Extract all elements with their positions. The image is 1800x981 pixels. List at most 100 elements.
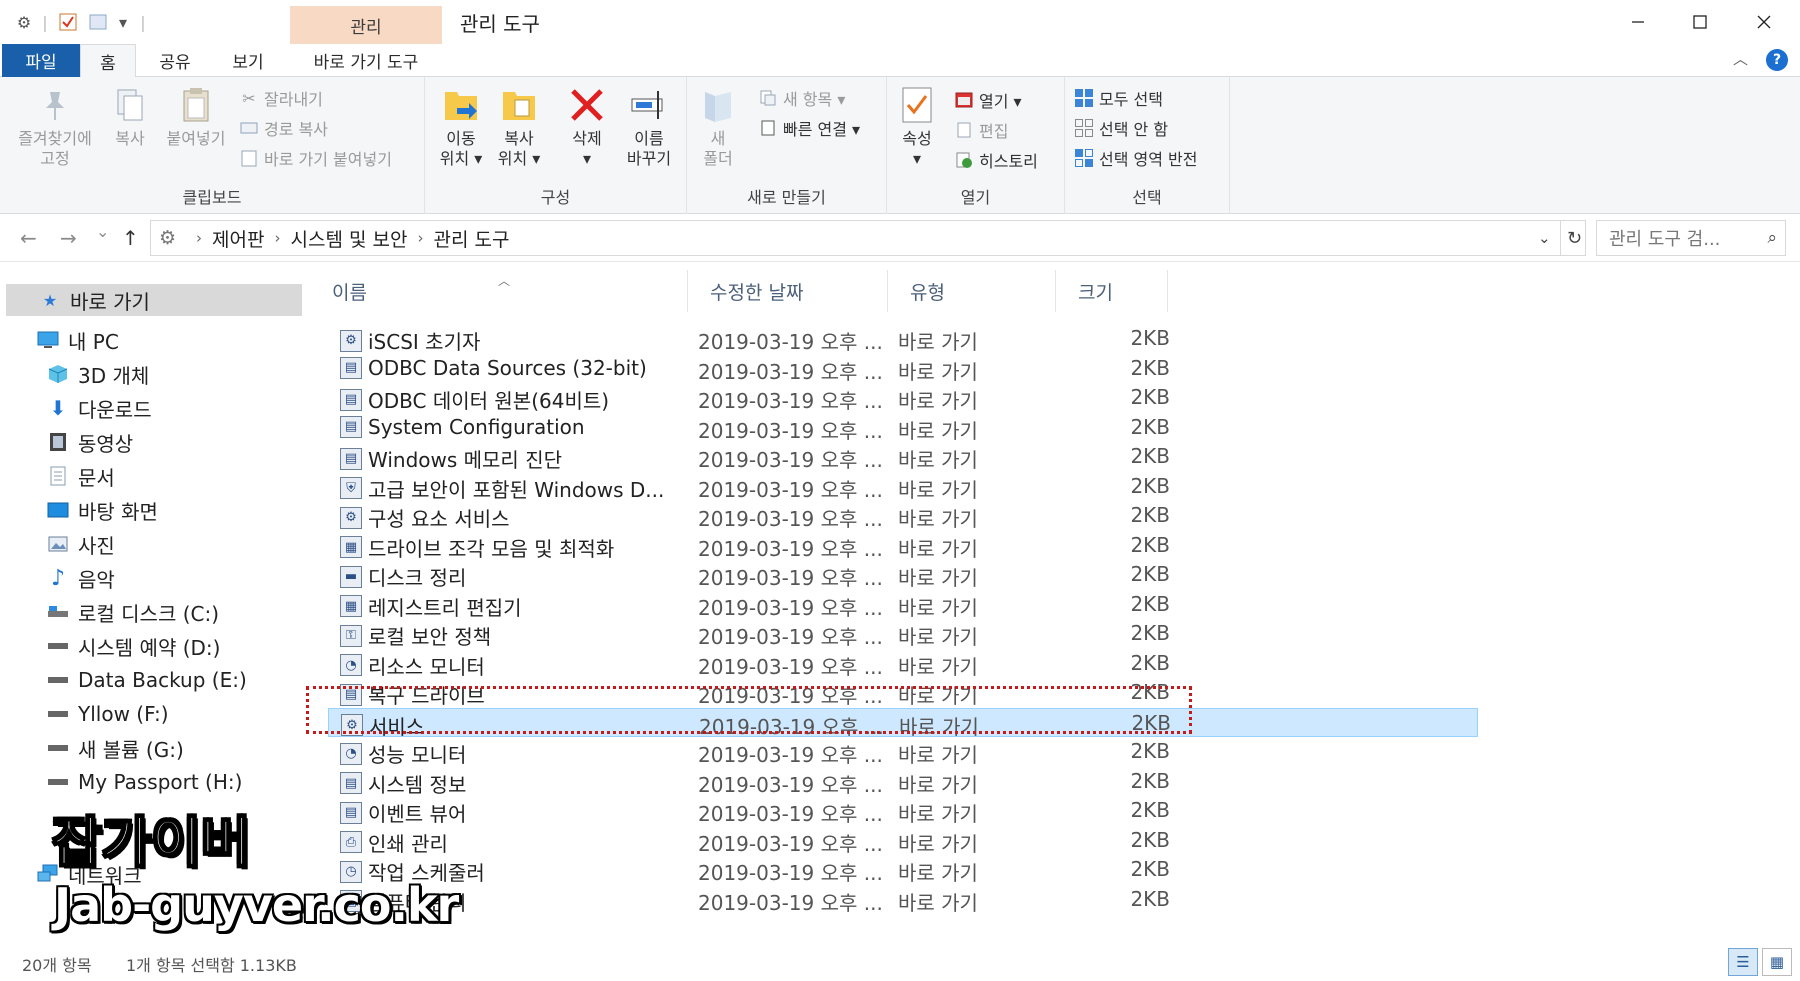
column-header-date[interactable]: 수정한 날짜 (688, 270, 888, 312)
nav-item-documents[interactable]: 문서 (46, 460, 115, 492)
file-name-cell[interactable]: ◔ 리소스 모니터 (340, 651, 670, 680)
easy-access-button[interactable]: 빠른 연결 ▾ (757, 115, 860, 141)
search-box[interactable]: 관리 도구 검... ⌕ (1596, 220, 1786, 256)
column-header-size[interactable]: 크기 (1056, 270, 1168, 312)
copy-button[interactable]: 복사 (104, 83, 156, 149)
app-tools-icon[interactable]: ⚙ (12, 10, 36, 34)
file-name-cell[interactable]: ▤ Windows 메모리 진단 (340, 444, 670, 473)
table-row[interactable]: ▤ 시스템 정보 2019-03-19 오후 ... 바로 가기 2KB (328, 767, 1478, 798)
nav-item-drive-g[interactable]: 새 볼륨 (G:) (46, 732, 184, 764)
address-bar[interactable]: ⚙ › 제어판 › 시스템 및 보안 › 관리 도구 (150, 220, 1586, 256)
tab-shortcut-tools[interactable]: 바로 가기 도구 (292, 44, 440, 77)
table-row[interactable]: ▤ 이벤트 뷰어 2019-03-19 오후 ... 바로 가기 2KB (328, 796, 1478, 827)
properties-quick-icon[interactable] (56, 10, 80, 34)
file-name-cell[interactable]: ▬ 디스크 정리 (340, 562, 670, 591)
details-view-button[interactable]: ☰ (1728, 948, 1758, 976)
file-name-cell[interactable]: ▤ ODBC Data Sources (32-bit) (340, 356, 670, 380)
nav-item-videos[interactable]: 동영상 (46, 426, 133, 458)
history-button[interactable]: 히스토리 (953, 147, 1038, 173)
file-name-cell[interactable]: ▤ ODBC 데이터 원본(64비트) (340, 385, 670, 414)
search-icon[interactable]: ⌕ (1767, 228, 1777, 248)
table-row[interactable]: ⚙ 구성 요소 서비스 2019-03-19 오후 ... 바로 가기 2KB (328, 501, 1478, 532)
select-all-button[interactable]: 모두 선택 (1073, 85, 1163, 111)
breadcrumb-admin-tools[interactable]: 관리 도구 (433, 225, 509, 252)
nav-item-drive-d[interactable]: 시스템 예약 (D:) (46, 630, 220, 662)
new-folder-quick-icon[interactable] (86, 10, 110, 34)
open-button[interactable]: 열기 ▾ (953, 87, 1022, 113)
table-row[interactable]: ▦ 드라이브 조각 모음 및 최적화 2019-03-19 오후 ... 바로 가기 2… (328, 531, 1478, 562)
file-name-cell[interactable]: ◔ 성능 모니터 (340, 739, 670, 768)
delete-button[interactable]: 삭제 ▾ (563, 83, 611, 169)
nav-item-desktop[interactable]: 바탕 화면 (46, 494, 158, 526)
table-row[interactable]: ◔ 성능 모니터 2019-03-19 오후 ... 바로 가기 2KB (328, 737, 1478, 768)
copy-path-button[interactable]: 경로 복사 (238, 115, 328, 141)
large-icons-view-button[interactable]: ▦ (1762, 948, 1792, 976)
table-row[interactable]: ⚙ iSCSI 초기자 2019-03-19 오후 ... 바로 가기 2KB (328, 324, 1478, 355)
file-name-cell[interactable]: ⚙ iSCSI 초기자 (340, 326, 670, 355)
file-name-cell[interactable]: ⚿ 로컬 보안 정책 (340, 621, 670, 650)
refresh-icon[interactable]: ↻ (1560, 220, 1588, 256)
edit-button[interactable]: 편집 (953, 117, 1008, 143)
nav-item-drive-h[interactable]: My Passport (H:) (46, 766, 242, 798)
maximize-button[interactable] (1670, 4, 1730, 40)
file-name-cell[interactable]: ⎙ 인쇄 관리 (340, 828, 670, 857)
rename-button[interactable]: 이름 바꾸기 (621, 83, 677, 169)
file-name-cell[interactable]: ▤ 시스템 정보 (340, 769, 670, 798)
file-name-cell[interactable]: ▤ 이벤트 뷰어 (340, 798, 670, 827)
tab-share[interactable]: 공유 (150, 44, 200, 77)
select-none-button[interactable]: 선택 안 함 (1073, 115, 1168, 141)
nav-item-music[interactable]: ♪ 음악 (46, 562, 115, 594)
nav-quick-access[interactable]: ★ 바로 가기 (6, 284, 302, 316)
recent-locations-button[interactable]: ⌄ (96, 222, 109, 241)
new-folder-button[interactable]: 새 폴더 (695, 83, 741, 169)
forward-button[interactable]: → (60, 226, 77, 250)
paste-shortcut-button[interactable]: 바로 가기 붙여넣기 (238, 145, 392, 171)
table-row[interactable]: ▤ Windows 메모리 진단 2019-03-19 오후 ... 바로 가기 2KB (328, 442, 1478, 473)
file-name-cell[interactable]: ▦ 드라이브 조각 모음 및 최적화 (340, 533, 670, 562)
new-item-button[interactable]: 새 항목 ▾ (757, 85, 845, 111)
file-name-cell[interactable]: ⚙ 구성 요소 서비스 (340, 503, 670, 532)
copy-to-button[interactable]: 복사 위치 ▾ (493, 83, 545, 169)
help-icon[interactable]: ? (1766, 49, 1788, 71)
table-row[interactable]: ▣ 컴퓨터 관리 2019-03-19 오후 ... 바로 가기 2KB (328, 885, 1478, 915)
table-row[interactable]: ▦ 레지스트리 편집기 2019-03-19 오후 ... 바로 가기 2KB (328, 590, 1478, 621)
minimize-button[interactable] (1608, 4, 1668, 40)
table-row[interactable]: ◔ 리소스 모니터 2019-03-19 오후 ... 바로 가기 2KB (328, 649, 1478, 680)
breadcrumb-control-panel[interactable]: 제어판 (212, 225, 264, 252)
table-row[interactable]: ⛨ 고급 보안이 포함된 Windows D... 2019-03-19 오후 ..… (328, 472, 1478, 503)
nav-item-drive-c[interactable]: 로컬 디스크 (C:) (46, 596, 219, 628)
table-row[interactable]: ▤ ODBC Data Sources (32-bit) 2019-03-19 오후… (328, 354, 1478, 384)
nav-item-3d-objects[interactable]: 3D 개체 (46, 358, 149, 390)
tab-file[interactable]: 파일 (2, 44, 80, 77)
nav-item-this-pc[interactable]: 내 PC (36, 324, 119, 356)
file-name-cell[interactable]: ▦ 레지스트리 편집기 (340, 592, 670, 621)
nav-item-pictures[interactable]: 사진 (46, 528, 115, 560)
paste-button[interactable]: 붙여넣기 (160, 83, 232, 149)
close-button[interactable] (1734, 4, 1794, 40)
back-button[interactable]: ← (20, 226, 37, 250)
pin-quick-access-button[interactable]: 즐겨찾기에 고정 (10, 83, 100, 169)
file-name-cell[interactable]: ⛨ 고급 보안이 포함된 Windows D... (340, 474, 670, 503)
tab-view[interactable]: 보기 (220, 44, 276, 77)
nav-item-drive-e[interactable]: Data Backup (E:) (46, 664, 247, 696)
move-to-button[interactable]: 이동 위치 ▾ (435, 83, 487, 169)
up-button[interactable]: ↑ (122, 226, 139, 250)
tab-home[interactable]: 홈 (80, 44, 136, 78)
table-row[interactable]: ⚿ 로컬 보안 정책 2019-03-19 오후 ... 바로 가기 2KB (328, 619, 1478, 650)
collapse-ribbon-icon[interactable]: ︿ (1733, 48, 1748, 69)
table-row[interactable]: ▤ ODBC 데이터 원본(64비트) 2019-03-19 오후 ... 바로 가기… (328, 383, 1478, 414)
column-header-type[interactable]: 유형 (888, 270, 1056, 312)
breadcrumb-system-security[interactable]: 시스템 및 보안 (291, 225, 408, 252)
table-row[interactable]: ⎙ 인쇄 관리 2019-03-19 오후 ... 바로 가기 2KB (328, 826, 1478, 857)
context-tab-manage[interactable]: 관리 (290, 6, 442, 44)
quick-access-dropdown[interactable]: ▾ (114, 10, 132, 34)
table-row[interactable]: ▬ 디스크 정리 2019-03-19 오후 ... 바로 가기 2KB (328, 560, 1478, 591)
invert-selection-button[interactable]: 선택 영역 반전 (1073, 145, 1198, 171)
properties-button[interactable]: 속성 ▾ (893, 83, 941, 169)
nav-item-drive-f[interactable]: Yllow (F:) (46, 698, 169, 730)
table-row[interactable]: ◷ 작업 스케줄러 2019-03-19 오후 ... 바로 가기 2KB (328, 855, 1478, 885)
nav-item-downloads[interactable]: ⬇ 다운로드 (46, 392, 152, 424)
file-name-cell[interactable]: ▤ System Configuration (340, 415, 670, 439)
address-dropdown-icon[interactable]: ⌄ (1538, 229, 1551, 247)
cut-button[interactable]: ✂ 잘라내기 (238, 85, 323, 111)
